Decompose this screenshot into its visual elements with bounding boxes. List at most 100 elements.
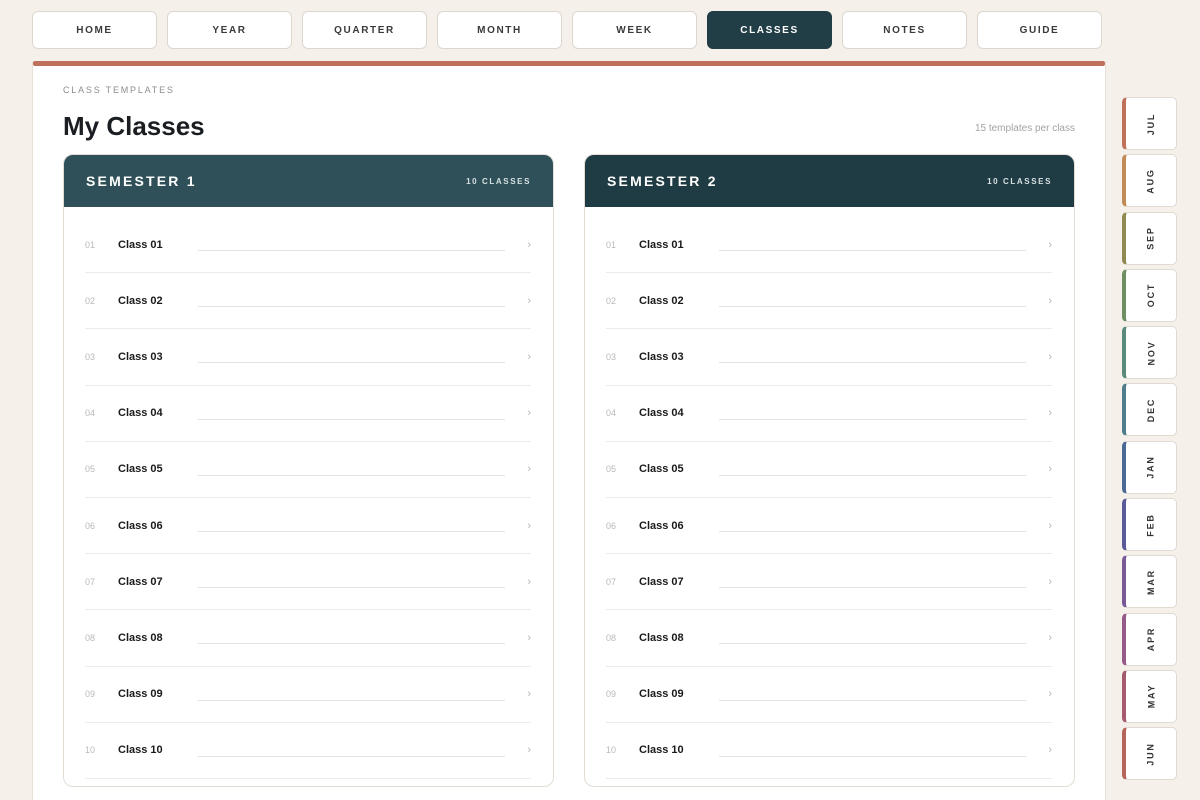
class-number: 10	[85, 745, 96, 756]
class-name: Class 07	[639, 575, 684, 588]
class-row[interactable]: 05 Class 05 ›	[85, 442, 531, 498]
writing-line	[198, 306, 505, 308]
class-name: Class 03	[118, 350, 163, 363]
class-row[interactable]: 10 Class 10 ›	[606, 723, 1052, 779]
writing-line	[719, 755, 1026, 757]
accent-bar	[33, 61, 1105, 66]
class-number: 07	[606, 576, 617, 587]
month-tab-nov[interactable]: NOV	[1122, 326, 1177, 380]
class-name: Class 07	[118, 575, 163, 588]
class-number: 06	[606, 520, 617, 531]
class-list: 01 Class 01 › 02 Class 02 › 03 Class 03 › 04 Class…	[64, 207, 553, 779]
chevron-right-icon: ›	[527, 294, 531, 307]
writing-line	[198, 643, 505, 645]
month-label: MAR	[1146, 568, 1156, 595]
class-number: 06	[85, 520, 96, 531]
month-tab-may[interactable]: MAY	[1122, 669, 1177, 723]
class-row[interactable]: 06 Class 06 ›	[85, 498, 531, 555]
month-tab-aug[interactable]: AUG	[1122, 154, 1177, 208]
chevron-right-icon: ›	[527, 688, 531, 701]
class-row[interactable]: 01 Class 01 ›	[85, 217, 531, 274]
chevron-right-icon: ›	[527, 238, 531, 251]
chevron-right-icon: ›	[1048, 238, 1052, 251]
semester-class-count: 10 CLASSES	[987, 176, 1052, 186]
class-name: Class 10	[118, 744, 163, 757]
class-row[interactable]: 06 Class 06 ›	[606, 498, 1052, 555]
class-row[interactable]: 10 Class 10 ›	[85, 723, 531, 779]
class-row[interactable]: 01 Class 01 ›	[606, 217, 1052, 274]
tab-month[interactable]: MONTH	[437, 11, 562, 49]
tab-classes[interactable]: CLASSES	[707, 11, 832, 49]
chevron-right-icon: ›	[527, 350, 531, 363]
month-tab-jun[interactable]: JUN	[1122, 727, 1177, 781]
class-row[interactable]: 07 Class 07 ›	[606, 554, 1052, 611]
class-row[interactable]: 04 Class 04 ›	[606, 386, 1052, 442]
writing-line	[198, 250, 505, 252]
month-tab-feb[interactable]: FEB	[1122, 498, 1177, 552]
class-row[interactable]: 07 Class 07 ›	[85, 554, 531, 611]
month-label: NOV	[1146, 340, 1156, 366]
class-row[interactable]: 03 Class 03 ›	[85, 329, 531, 386]
writing-line	[719, 306, 1026, 308]
class-row[interactable]: 08 Class 08 ›	[85, 610, 531, 667]
class-number: 08	[85, 632, 96, 643]
chevron-right-icon: ›	[1048, 575, 1052, 588]
chevron-right-icon: ›	[527, 631, 531, 644]
month-label: JUL	[1146, 112, 1156, 135]
semester-header: SEMESTER 1 10 CLASSES	[64, 155, 553, 207]
writing-line	[198, 531, 505, 533]
class-number: 03	[606, 351, 617, 362]
month-tab-mar[interactable]: MAR	[1122, 555, 1177, 609]
writing-line	[719, 362, 1026, 364]
page-title: My Classes	[63, 111, 205, 141]
tab-year[interactable]: YEAR	[167, 11, 292, 49]
class-name: Class 09	[118, 688, 163, 701]
month-label: FEB	[1146, 512, 1156, 537]
month-tab-sep[interactable]: SEP	[1122, 211, 1177, 265]
writing-line	[198, 474, 505, 476]
class-name: Class 05	[118, 463, 163, 476]
tab-home[interactable]: HOME	[32, 11, 157, 49]
class-row[interactable]: 08 Class 08 ›	[606, 610, 1052, 667]
tab-guide[interactable]: GUIDE	[977, 11, 1102, 49]
class-row[interactable]: 09 Class 09 ›	[606, 667, 1052, 723]
class-number: 08	[606, 632, 617, 643]
semester-title: SEMESTER 2	[607, 173, 718, 189]
month-tab-oct[interactable]: OCT	[1122, 268, 1177, 322]
class-row[interactable]: 03 Class 03 ›	[606, 329, 1052, 386]
class-name: Class 06	[118, 519, 163, 532]
month-tab-jan[interactable]: JAN	[1122, 440, 1177, 494]
chevron-right-icon: ›	[1048, 519, 1052, 532]
class-number: 09	[606, 689, 617, 700]
tab-notes[interactable]: NOTES	[842, 11, 967, 49]
class-number: 10	[606, 745, 617, 756]
class-row[interactable]: 05 Class 05 ›	[606, 442, 1052, 498]
class-row[interactable]: 09 Class 09 ›	[85, 667, 531, 723]
tab-quarter[interactable]: QUARTER	[302, 11, 427, 49]
semester-title: SEMESTER 1	[86, 173, 197, 189]
class-number: 02	[85, 295, 96, 306]
class-row[interactable]: 04 Class 04 ›	[85, 386, 531, 442]
chevron-right-icon: ›	[1048, 463, 1052, 476]
class-number: 02	[606, 295, 617, 306]
month-tab-apr[interactable]: APR	[1122, 612, 1177, 666]
semester-header: SEMESTER 2 10 CLASSES	[585, 155, 1074, 207]
class-number: 01	[606, 239, 617, 250]
class-name: Class 04	[118, 407, 163, 420]
class-row[interactable]: 02 Class 02 ›	[606, 273, 1052, 330]
month-label: OCT	[1146, 283, 1156, 308]
class-row[interactable]: 02 Class 02 ›	[85, 273, 531, 330]
class-list: 01 Class 01 › 02 Class 02 › 03 Class 03 › 04 Class…	[585, 207, 1074, 779]
writing-line	[719, 643, 1026, 645]
page-eyebrow: CLASS TEMPLATES	[63, 85, 175, 95]
chevron-right-icon: ›	[527, 463, 531, 476]
month-tab-jul[interactable]: JUL	[1122, 97, 1177, 150]
writing-line	[719, 699, 1026, 701]
tab-week[interactable]: WEEK	[572, 11, 697, 49]
writing-line	[198, 699, 505, 701]
writing-line	[198, 418, 505, 420]
class-number: 04	[606, 408, 617, 419]
class-name: Class 06	[639, 519, 684, 532]
month-tab-dec[interactable]: DEC	[1122, 383, 1177, 437]
class-number: 09	[85, 689, 96, 700]
